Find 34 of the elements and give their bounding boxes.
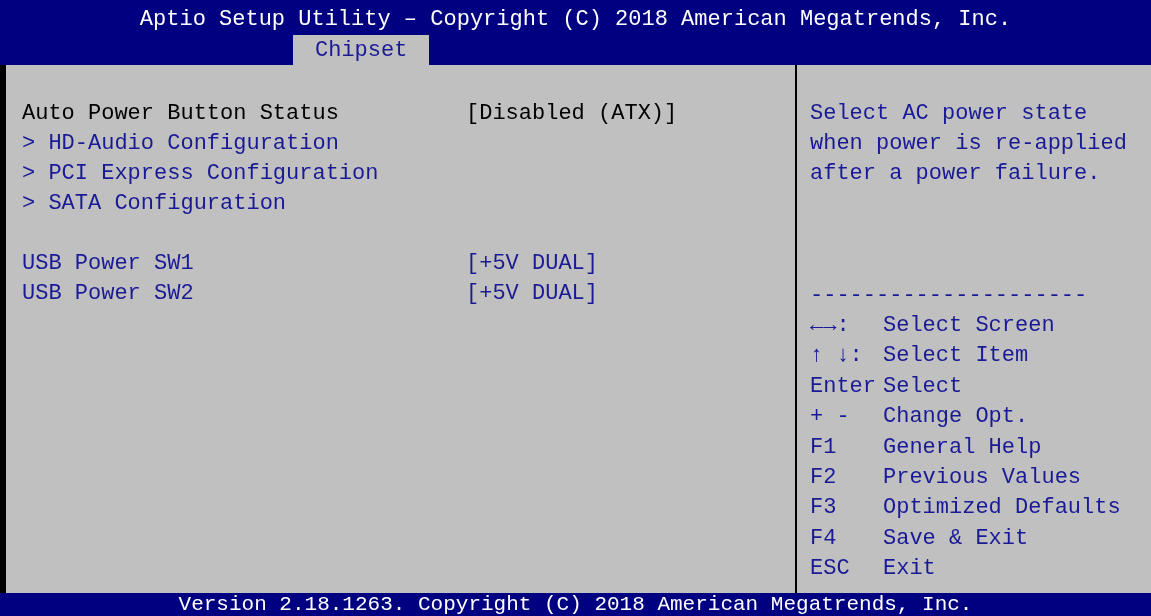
help-text: after a power failure.	[810, 160, 1102, 188]
key-action: Select Item	[883, 342, 1030, 371]
help-text: Select AC power state	[810, 100, 1089, 128]
key-action: Optimized Defaults	[883, 494, 1121, 523]
key-name: Enter	[810, 372, 877, 401]
key-action: Select	[883, 372, 964, 401]
key-action: Previous Values	[883, 464, 1083, 493]
separator-text: ---------------------	[810, 282, 1089, 310]
help-text: when power is re-applied	[810, 130, 1128, 158]
key-name: F4	[810, 524, 838, 553]
setting-label[interactable]: USB Power SW1	[22, 249, 466, 279]
key-name: ↑ ↓:	[810, 342, 864, 371]
key-name: F3	[810, 494, 838, 523]
key-action: General Help	[883, 433, 1043, 462]
key-name: ←→:	[810, 312, 851, 340]
window-title: Aptio Setup Utility – Copyright (C) 2018 American Megatrends, Inc.	[138, 6, 1013, 34]
key-action: Save & Exit	[883, 524, 1030, 553]
submenu-link[interactable]: > HD-Audio Configuration	[22, 129, 466, 159]
setting-label[interactable]: USB Power SW2	[22, 279, 466, 309]
key-name: + -	[810, 403, 851, 432]
menu-tab[interactable]: Chipset	[293, 35, 430, 65]
key-action: Exit	[883, 555, 937, 584]
key-name: ESC	[810, 555, 851, 584]
key-action: Select Screen	[883, 312, 1056, 340]
key-action: Change Opt.	[883, 403, 1030, 432]
setting-label[interactable]: Auto Power Button Status	[22, 99, 466, 129]
submenu-link[interactable]: > SATA Configuration	[22, 189, 466, 219]
setting-value[interactable]: [+5V DUAL]	[466, 249, 599, 279]
key-name: F2	[810, 464, 838, 493]
setting-value[interactable]: [+5V DUAL]	[466, 279, 599, 309]
setting-value[interactable]: [Disabled (ATX)]	[466, 99, 678, 129]
version-footer: Version 2.18.1263. Copyright (C) 2018 American Megatrends, Inc.	[0, 593, 1151, 616]
key-name: F1	[810, 433, 838, 462]
submenu-link[interactable]: > PCI Express Configuration	[22, 159, 466, 189]
